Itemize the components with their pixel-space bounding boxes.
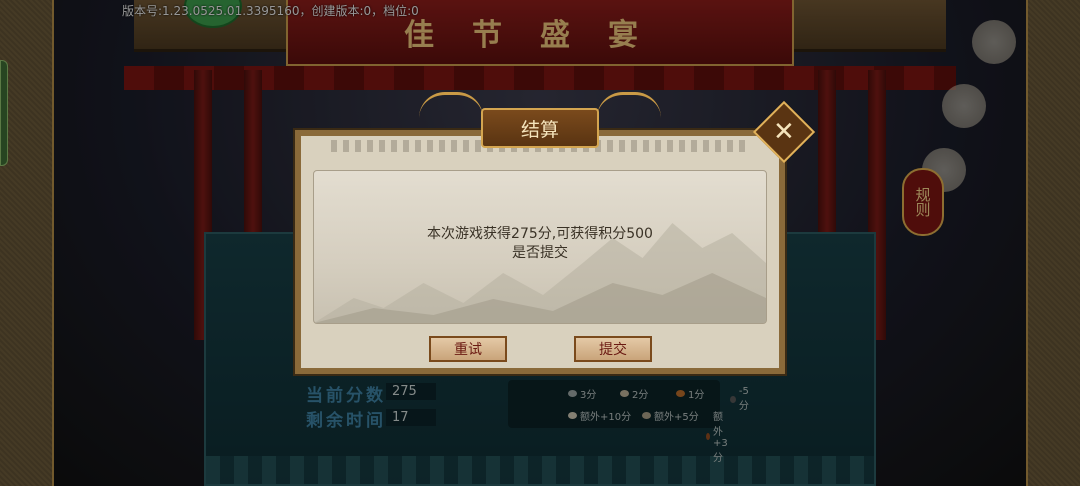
settlement-dialog: 结算 本次游戏获得275分,可获得积分500 是否提交 [293, 92, 787, 376]
close-icon: ✕ [773, 116, 795, 147]
submit-button[interactable]: 提交 [574, 336, 652, 362]
dialog-message-line2: 是否提交 [512, 245, 568, 261]
dialog-message-line1: 本次游戏获得275分,可获得积分500 [427, 226, 653, 242]
dialog-content-panel: 本次游戏获得275分,可获得积分500 是否提交 [313, 170, 767, 324]
dialog-title: 结算 [520, 118, 559, 141]
retry-button[interactable]: 重试 [429, 336, 507, 362]
mountain-landscape-icon [314, 223, 766, 323]
dialog-message: 本次游戏获得275分,可获得积分500 是否提交 [314, 225, 766, 263]
dialog-title-plaque: 结算 [419, 92, 661, 148]
